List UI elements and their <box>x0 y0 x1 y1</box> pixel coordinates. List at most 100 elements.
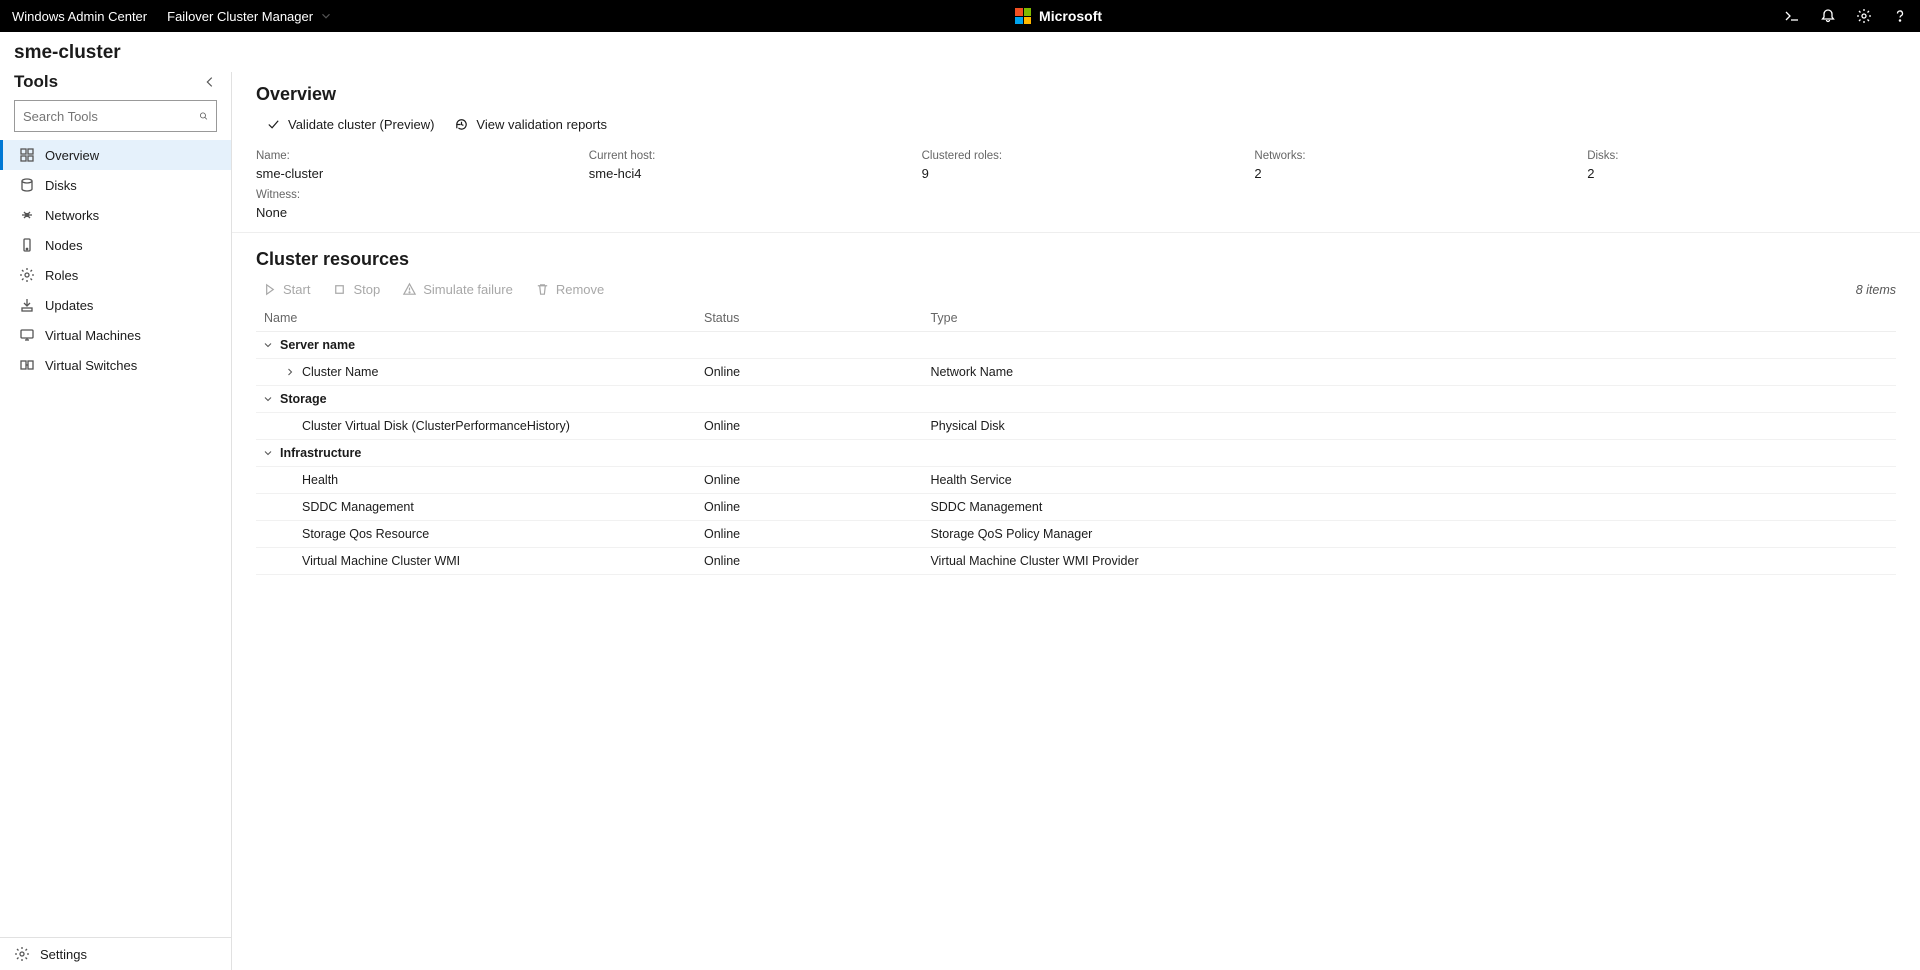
chevron-right-icon[interactable] <box>284 366 296 378</box>
resource-status: Online <box>696 359 922 386</box>
chevron-down-icon[interactable] <box>262 339 274 351</box>
brand-text: Microsoft <box>1039 8 1102 24</box>
resource-type: SDDC Management <box>922 494 1896 521</box>
info-field: Current host:sme-hci4 <box>589 150 898 181</box>
check-icon <box>266 117 281 132</box>
info-value: 2 <box>1587 166 1896 181</box>
sidebar-settings-label: Settings <box>40 947 87 962</box>
search-tools-input[interactable] <box>23 109 199 124</box>
page-title: sme-cluster <box>14 42 1906 64</box>
main-content: Overview Validate cluster (Preview) View… <box>232 72 1920 970</box>
top-bar: Windows Admin Center Failover Cluster Ma… <box>0 0 1920 32</box>
info-field: Clustered roles:9 <box>922 150 1231 181</box>
resource-type: Physical Disk <box>922 413 1896 440</box>
table-group-row[interactable]: Infrastructure <box>256 440 1896 467</box>
resource-type: Network Name <box>922 359 1896 386</box>
sidebar-item-label: Nodes <box>45 238 83 253</box>
resource-name: Storage Qos Resource <box>302 527 429 541</box>
col-header-type[interactable]: Type <box>922 305 1896 332</box>
table-group-row[interactable]: Storage <box>256 386 1896 413</box>
sidebar-item-nodes[interactable]: Nodes <box>0 230 231 260</box>
warning-icon <box>402 282 417 297</box>
overview-info-grid: Name: sme-cluster Current host:sme-hci4 Clu… <box>256 150 1896 220</box>
nav-icon <box>19 177 35 193</box>
sidebar-item-label: Virtual Machines <box>45 328 141 343</box>
section-divider <box>232 232 1920 233</box>
gear-icon <box>14 946 30 962</box>
nav-icon <box>19 357 35 373</box>
sidebar-item-networks[interactable]: Networks <box>0 200 231 230</box>
sidebar-item-virtual-machines[interactable]: Virtual Machines <box>0 320 231 350</box>
sidebar-item-label: Roles <box>45 268 78 283</box>
simulate-label: Simulate failure <box>423 282 513 297</box>
table-row[interactable]: SDDC ManagementOnlineSDDC Management <box>256 494 1896 521</box>
info-field: Witness:None <box>256 189 565 220</box>
history-icon <box>454 117 469 132</box>
sidebar-item-virtual-switches[interactable]: Virtual Switches <box>0 350 231 380</box>
table-row[interactable]: Storage Qos ResourceOnlineStorage QoS Po… <box>256 521 1896 548</box>
microsoft-logo-icon <box>1015 8 1031 24</box>
breadcrumb-dropdown[interactable]: Failover Cluster Manager <box>167 9 333 24</box>
info-value: None <box>256 205 565 220</box>
sidebar-item-updates[interactable]: Updates <box>0 290 231 320</box>
stop-button[interactable]: Stop <box>332 282 380 297</box>
col-header-name[interactable]: Name <box>256 305 696 332</box>
group-name: Server name <box>280 338 355 352</box>
settings-icon[interactable] <box>1856 8 1872 24</box>
resources-table: Name Status Type Server name Cluster Name… <box>256 305 1896 575</box>
start-button[interactable]: Start <box>262 282 310 297</box>
info-label: Disks: <box>1587 150 1896 162</box>
start-label: Start <box>283 282 310 297</box>
resource-name: Cluster Virtual Disk (ClusterPerformance… <box>302 419 570 433</box>
resource-status: Online <box>696 494 922 521</box>
chevron-down-icon <box>319 9 333 23</box>
help-icon[interactable] <box>1892 8 1908 24</box>
nav-list: Overview Disks Networks Nodes Roles Updates Vi… <box>0 140 231 937</box>
view-reports-button[interactable]: View validation reports <box>454 117 607 132</box>
sidebar-item-roles[interactable]: Roles <box>0 260 231 290</box>
simulate-failure-button[interactable]: Simulate failure <box>402 282 513 297</box>
resource-type: Storage QoS Policy Manager <box>922 521 1896 548</box>
info-field: Name: sme-cluster <box>256 150 565 181</box>
info-label: Networks: <box>1254 150 1563 162</box>
nav-icon <box>19 207 35 223</box>
table-row[interactable]: Cluster NameOnlineNetwork Name <box>256 359 1896 386</box>
items-count: 8 items <box>1856 283 1896 297</box>
info-field: Networks:2 <box>1254 150 1563 181</box>
sidebar-settings[interactable]: Settings <box>0 937 231 970</box>
nav-icon <box>19 297 35 313</box>
resource-name: SDDC Management <box>302 500 414 514</box>
chevron-down-icon[interactable] <box>262 447 274 459</box>
sidebar-title: Tools <box>14 72 58 92</box>
table-group-row[interactable]: Server name <box>256 332 1896 359</box>
console-icon[interactable] <box>1784 8 1800 24</box>
sidebar-item-overview[interactable]: Overview <box>0 140 231 170</box>
info-label: Name: <box>256 150 565 162</box>
table-row[interactable]: Cluster Virtual Disk (ClusterPerformance… <box>256 413 1896 440</box>
tools-sidebar: Tools Overview Disks Networks Nodes Roles Upd… <box>0 72 232 970</box>
group-name: Storage <box>280 392 327 406</box>
sidebar-item-disks[interactable]: Disks <box>0 170 231 200</box>
resource-name: Virtual Machine Cluster WMI <box>302 554 460 568</box>
sidebar-item-label: Overview <box>45 148 99 163</box>
info-value: sme-cluster <box>256 166 565 181</box>
table-row[interactable]: Virtual Machine Cluster WMIOnlineVirtual… <box>256 548 1896 575</box>
resource-type: Virtual Machine Cluster WMI Provider <box>922 548 1896 575</box>
nav-icon <box>19 147 35 163</box>
view-reports-label: View validation reports <box>476 117 607 132</box>
notifications-icon[interactable] <box>1820 8 1836 24</box>
table-row[interactable]: HealthOnlineHealth Service <box>256 467 1896 494</box>
sidebar-item-label: Virtual Switches <box>45 358 137 373</box>
validate-cluster-label: Validate cluster (Preview) <box>288 117 434 132</box>
resources-title: Cluster resources <box>256 249 1896 270</box>
group-name: Infrastructure <box>280 446 361 460</box>
validate-cluster-button[interactable]: Validate cluster (Preview) <box>266 117 434 132</box>
remove-label: Remove <box>556 282 604 297</box>
collapse-sidebar-icon[interactable] <box>203 75 217 89</box>
remove-button[interactable]: Remove <box>535 282 604 297</box>
sidebar-item-label: Networks <box>45 208 99 223</box>
product-link[interactable]: Windows Admin Center <box>12 9 147 24</box>
col-header-status[interactable]: Status <box>696 305 922 332</box>
chevron-down-icon[interactable] <box>262 393 274 405</box>
info-field: Disks: 2 <box>1587 150 1896 181</box>
